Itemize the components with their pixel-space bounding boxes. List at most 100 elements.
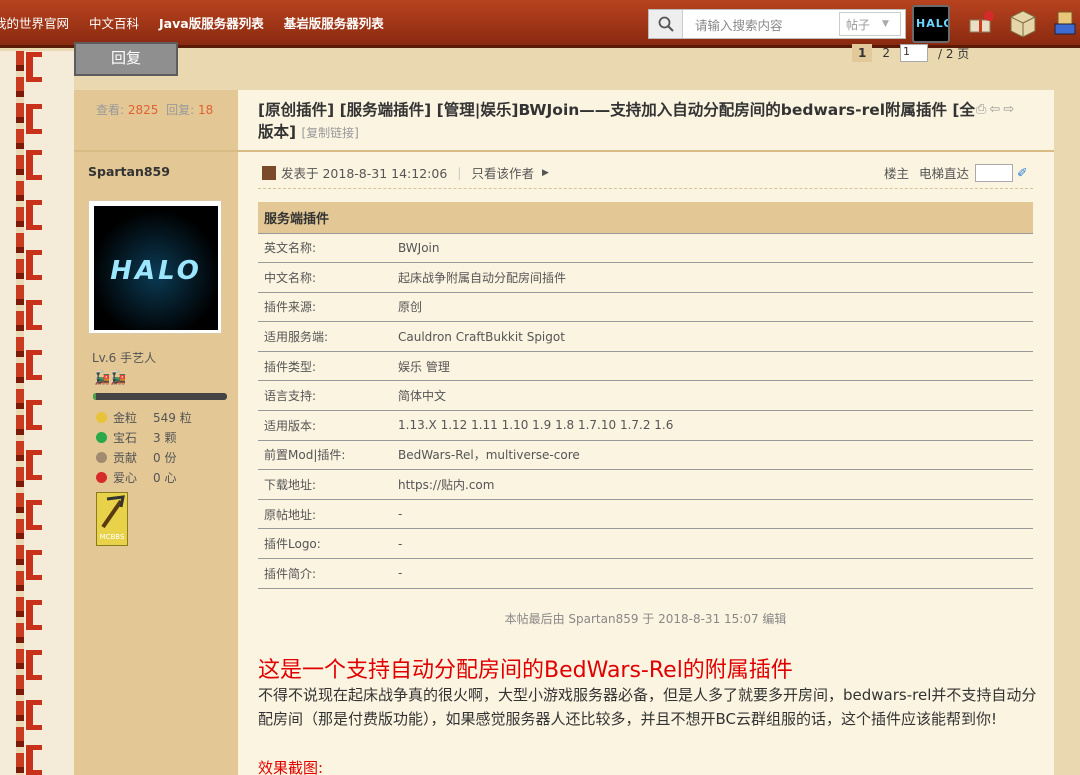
nav-wiki[interactable]: 中文百科 [89,13,139,32]
divider [74,150,1054,152]
reply-button[interactable]: 回复 [74,42,178,76]
post-meta: 发表于 2018-8-31 14:12:06 | 只看该作者 ▶ [262,163,549,182]
next-icon[interactable]: ⇨ [1003,102,1017,117]
table-row: 插件类型: 娱乐 管理 [258,351,1033,382]
nav-bedrock-servers[interactable]: 基岩版服务器列表 [284,13,384,32]
table-row: 适用版本: 1.13.X 1.12 1.11 1.10 1.9 1.8 1.7.1… [258,410,1033,441]
decorative-rail [16,51,24,775]
prev-icon[interactable]: ⇦ [989,102,1003,117]
search-scope-select[interactable]: 帖子 ▼ [839,12,901,36]
contrib-icon [96,452,107,463]
user-icon[interactable] [1050,8,1080,38]
floor-tools: 楼主 电梯直达 ✐ [884,163,1028,182]
table-row: 原帖地址: - [258,499,1033,530]
bracket-decoration [26,650,42,680]
contrib-value: 0 份 [153,451,177,465]
badge-text: MCBBS [99,533,125,541]
medal-icons: 🚂🚂 [94,371,126,386]
field-label: 前置Mod|插件: [258,440,392,471]
love-label: 爱心 [113,471,138,485]
bracket-decoration [26,745,42,775]
stat-love: 爱心 0 心 [96,469,176,486]
only-author-link[interactable]: 只看该作者 [472,163,535,182]
bracket-decoration [26,150,42,180]
page-total: / 2 页 [938,46,970,61]
page-next[interactable]: 2 [882,46,890,60]
floor-label: 楼主 [884,166,910,181]
field-value: 起床战争附属自动分配房间插件 [392,262,1033,293]
contrib-label: 贡献 [113,451,138,465]
medal-icon: 🚂 [110,371,127,386]
table-header: 服务端插件 [258,202,1033,234]
xp-progress-bar [93,393,227,400]
bracket-decoration [26,52,42,82]
copy-link[interactable]: [复制链接] [302,126,359,140]
post-date: 发表于 2018-8-31 14:12:06 [281,166,448,181]
gold-icon [96,412,107,423]
search-input[interactable]: 请输入搜索内容 [695,15,835,34]
elevator-input[interactable] [975,163,1014,182]
field-label: 下载地址: [258,469,392,500]
search-icon[interactable] [649,10,683,38]
pen-icon[interactable]: ✐ [1017,165,1027,180]
bracket-decoration [26,500,42,530]
field-value: https://贴内.com [392,469,1033,500]
table-row: 语言支持: 简体中文 [258,380,1033,412]
divider [258,188,1033,189]
field-value: - [392,499,1033,530]
bracket-decoration [26,104,42,134]
gem-value: 3 颗 [153,431,177,445]
play-icon: ▶ [542,167,549,178]
avatar-text: HALO [110,256,202,286]
author-mini-icon [262,165,276,180]
title-tools: ⎙⇦⇨ [976,102,1017,117]
gold-value: 549 粒 [153,411,192,425]
field-label: 插件简介: [258,558,392,589]
bracket-decoration [26,200,42,230]
author-avatar[interactable]: HALO [88,200,222,334]
nav-official-site[interactable]: 我的世界官网 [0,13,69,32]
user-avatar-small[interactable]: HALO [912,5,950,43]
bracket-decoration [26,600,42,630]
bracket-decoration [26,400,42,430]
avatar-image: HALO [94,206,218,330]
field-value: BWJoin [392,233,1033,264]
gift-icon[interactable] [966,8,996,38]
views-count: 2825 [127,103,159,117]
mcbbs-badge: MCBBS [96,492,128,546]
stat-gold: 金粒 549 粒 [96,409,192,426]
pagination: 1 2 1 / 2 页 [852,44,969,62]
separator: | [457,165,462,180]
replies-count: 18 [197,103,214,117]
field-label: 原帖地址: [258,499,392,530]
gem-icon [96,432,107,443]
field-value: 简体中文 [392,380,1033,412]
medal-icon: 🚂 [94,371,111,386]
field-label: 语言支持: [258,380,392,412]
page-current[interactable]: 1 [852,44,873,62]
block-icon[interactable] [1008,8,1038,38]
page-jump-input[interactable]: 1 [900,44,928,62]
screenshots-label: 效果截图: [258,759,324,775]
replies-label: 回复: [166,103,195,117]
field-label: 插件类型: [258,351,392,382]
author-name[interactable]: Spartan859 [88,164,170,179]
bracket-decoration [26,350,42,380]
user-level: Lv.6 手艺人 [92,351,157,365]
avatar-small-text: HALO [916,17,950,30]
print-icon[interactable]: ⎙ [976,102,989,117]
xp-progress-fill [93,393,96,400]
post-body: 不得不说现在起床战争真的很火啊，大型小游戏服务器必备，但是人多了就要多开房间，b… [258,686,1037,728]
stat-contrib: 贡献 0 份 [96,449,176,466]
table-row: 插件Logo: - [258,528,1033,560]
table-row: 下载地址: https://贴内.com [258,469,1033,500]
field-value: Cauldron CraftBukkit Spigot [392,321,1033,352]
table-row: 插件简介: - [258,558,1033,589]
table-row: 英文名称: BWJoin [258,233,1033,264]
bracket-decoration [26,300,42,330]
table-row: 前置Mod|插件: BedWars-Rel，multiverse-core [258,440,1033,471]
edit-note: 本帖最后由 Spartan859 于 2018-8-31 15:07 编辑 [504,612,787,626]
bracket-decoration [26,550,42,580]
field-label: 英文名称: [258,233,392,264]
nav-java-servers[interactable]: Java版服务器列表 [159,13,264,32]
